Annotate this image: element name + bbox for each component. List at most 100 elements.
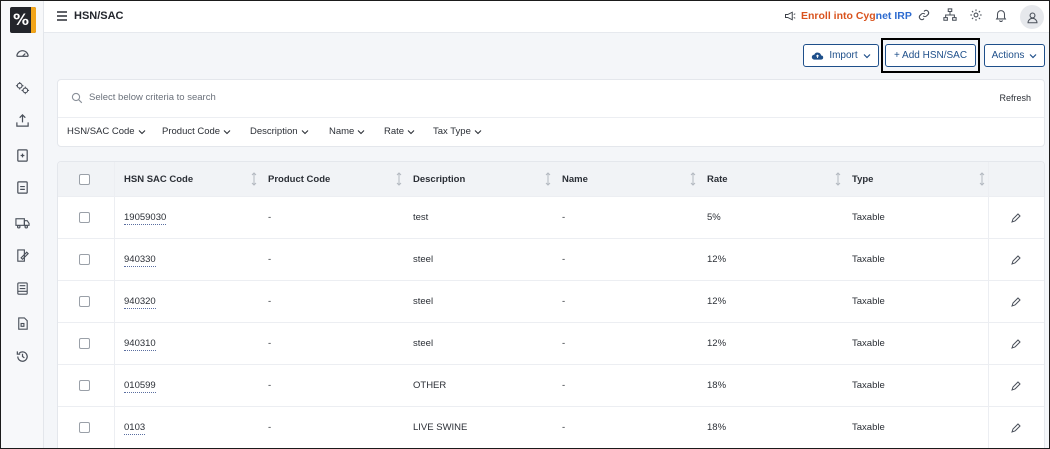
pencil-edit-icon[interactable] [1010, 296, 1022, 308]
chevron-down-icon [863, 53, 871, 58]
table-row[interactable]: 940330 - steel - 12% Taxable [58, 238, 1044, 280]
filter-tax-type[interactable]: Tax Type [433, 126, 482, 137]
description-cell: test [413, 212, 429, 223]
rate-cell: 5% [707, 212, 721, 223]
name-cell: - [562, 380, 566, 391]
select-all-checkbox[interactable] [79, 174, 90, 185]
name-cell: - [562, 212, 566, 223]
table-row[interactable]: 940320 - steel - 12% Taxable [58, 280, 1044, 322]
bell-icon[interactable] [994, 8, 1010, 24]
link-icon[interactable] [917, 8, 933, 24]
user-icon [1027, 12, 1037, 23]
table-row[interactable]: 0103 - LIVE SWINE - 18% Taxable [58, 406, 1044, 448]
actions-button[interactable]: Actions [984, 44, 1045, 67]
rate-cell: 18% [707, 422, 727, 433]
search-input[interactable]: Select below criteria to search [89, 92, 216, 103]
hsn-sac-table: HSN SAC Code Product Code Description Na… [57, 161, 1045, 448]
network-icon[interactable] [943, 8, 959, 24]
row-checkbox[interactable] [79, 254, 90, 265]
enroll-irp-link[interactable]: Enroll into Cygnet IRP [784, 10, 912, 22]
app-logo[interactable]: % [10, 7, 36, 33]
add-hsn-sac-button-label: + Add HSN/SAC [893, 50, 968, 61]
pencil-edit-icon[interactable] [1010, 380, 1022, 392]
pencil-edit-icon[interactable] [1010, 338, 1022, 350]
product-code-cell: - [268, 422, 272, 433]
filter-description[interactable]: Description [250, 126, 309, 137]
description-cell: steel [413, 338, 434, 349]
filter-label: Product Code [162, 126, 221, 137]
edit-document-icon[interactable] [14, 247, 31, 264]
column-header-type[interactable]: Type [852, 174, 873, 185]
hsn-code-link[interactable]: 010599 [124, 380, 156, 393]
rate-cell: 12% [707, 338, 727, 349]
chevron-down-icon [1029, 53, 1037, 58]
column-header-rate[interactable]: Rate [707, 174, 728, 185]
column-header-name[interactable]: Name [562, 174, 588, 185]
table-header: HSN SAC Code Product Code Description Na… [58, 162, 1044, 196]
table-row[interactable]: 940310 - steel - 12% Taxable [58, 322, 1044, 364]
sort-icon[interactable] [978, 172, 986, 186]
left-sidebar: % [1, 1, 44, 448]
filter-name[interactable]: Name [329, 126, 365, 137]
filter-hsn-sac-code[interactable]: HSN/SAC Code [67, 126, 146, 137]
user-avatar[interactable] [1020, 5, 1044, 29]
filter-label: Tax Type [433, 126, 471, 137]
product-code-cell: - [268, 254, 272, 265]
name-cell: - [562, 422, 566, 433]
type-cell: Taxable [852, 338, 885, 349]
product-code-cell: - [268, 296, 272, 307]
add-hsn-sac-button[interactable]: + Add HSN/SAC [885, 44, 976, 67]
type-cell: Taxable [852, 422, 885, 433]
sort-icon[interactable] [544, 172, 552, 186]
history-icon[interactable] [14, 348, 31, 365]
table-row[interactable]: 19059030 - test - 5% Taxable [58, 196, 1044, 238]
dashboard-icon[interactable] [14, 45, 31, 62]
filter-panel: Select below criteria to search Refresh … [57, 79, 1045, 147]
search-icon [71, 92, 83, 104]
upload-icon[interactable] [14, 112, 31, 129]
description-cell: steel [413, 254, 434, 265]
enroll-text-part1: Enroll into Cyg [801, 10, 876, 22]
document-icon[interactable] [14, 179, 31, 196]
sort-icon[interactable] [689, 172, 697, 186]
hsn-code-link[interactable]: 19059030 [124, 212, 167, 225]
hsn-code-link[interactable]: 940320 [124, 296, 156, 309]
settings-group-icon[interactable] [14, 80, 31, 97]
refresh-button[interactable]: Refresh [999, 93, 1031, 103]
row-checkbox[interactable] [79, 296, 90, 307]
product-code-cell: - [268, 380, 272, 391]
row-checkbox[interactable] [79, 338, 90, 349]
type-cell: Taxable [852, 380, 885, 391]
ledger-icon[interactable] [14, 280, 31, 297]
type-cell: Taxable [852, 212, 885, 223]
sort-icon[interactable] [250, 172, 258, 186]
sort-icon[interactable] [395, 172, 403, 186]
hsn-code-link[interactable]: 0103 [124, 422, 146, 435]
name-cell: - [562, 338, 566, 349]
hamburger-menu-icon[interactable] [56, 10, 68, 22]
hsn-code-link[interactable]: 940330 [124, 254, 156, 267]
chevron-down-icon [223, 129, 231, 134]
report-icon[interactable] [14, 315, 31, 332]
row-checkbox[interactable] [79, 212, 90, 223]
filter-label: Description [250, 126, 298, 137]
import-button[interactable]: Import [803, 44, 879, 67]
pencil-edit-icon[interactable] [1010, 254, 1022, 266]
filter-rate[interactable]: Rate [384, 126, 415, 137]
column-header-description[interactable]: Description [413, 174, 465, 185]
pencil-edit-icon[interactable] [1010, 422, 1022, 434]
column-header-hsn-sac-code[interactable]: HSN SAC Code [124, 174, 193, 185]
filter-label: Name [329, 126, 355, 137]
truck-icon[interactable] [14, 214, 31, 231]
pencil-edit-icon[interactable] [1010, 212, 1022, 224]
description-cell: OTHER [413, 380, 447, 391]
table-row[interactable]: 010599 - OTHER - 18% Taxable [58, 364, 1044, 406]
column-header-product-code[interactable]: Product Code [268, 174, 330, 185]
row-checkbox[interactable] [79, 380, 90, 391]
hsn-code-link[interactable]: 940310 [124, 338, 156, 351]
filter-product-code[interactable]: Product Code [162, 126, 231, 137]
row-checkbox[interactable] [79, 422, 90, 433]
sort-icon[interactable] [834, 172, 842, 186]
gear-icon[interactable] [969, 8, 985, 24]
document-plus-icon[interactable] [14, 147, 31, 164]
